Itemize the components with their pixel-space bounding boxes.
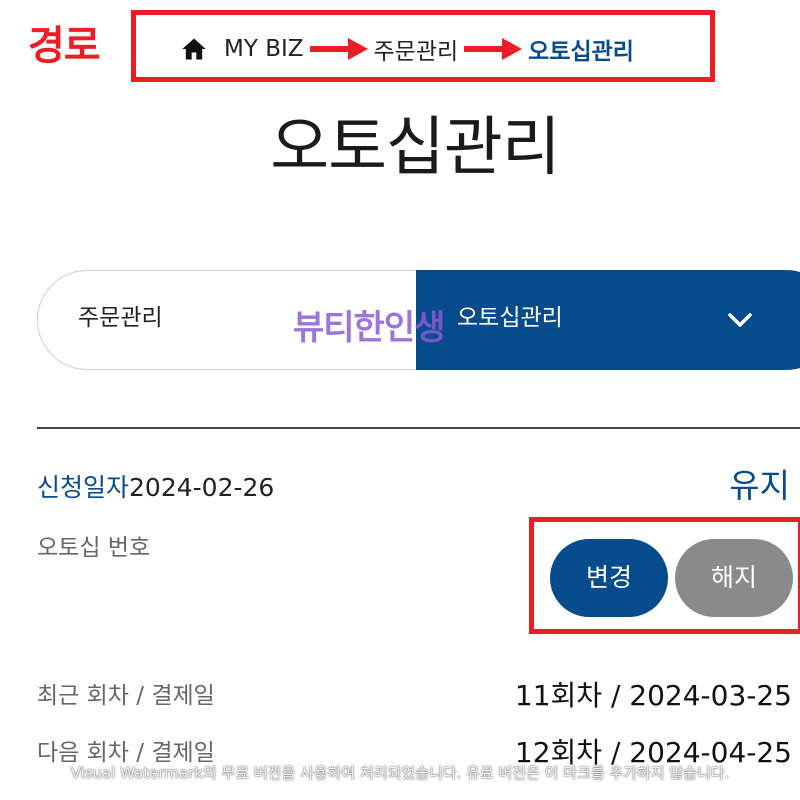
autoship-number-label: 오토십 번호 bbox=[37, 535, 151, 561]
recent-round-label: 최근 회차 / 결제일 bbox=[37, 683, 215, 709]
cancel-button[interactable]: 해지 bbox=[675, 539, 793, 617]
footer-watermark: Visual Watermark의 무료 버전을 사용하여 처리되었습니다. 유… bbox=[70, 764, 730, 782]
breadcrumb-item-order-management[interactable]: 주문관리 bbox=[374, 32, 459, 66]
status-badge: 유지 bbox=[729, 466, 790, 505]
apply-date-row: 신청일자2024-02-26 bbox=[37, 470, 274, 506]
recent-round-value: 11회차 / 2024-03-25 bbox=[514, 679, 792, 712]
breadcrumb: MY BIZ 주문관리 오토십관리 bbox=[180, 28, 634, 70]
overlay-watermark: 뷰티한인생 bbox=[293, 308, 445, 348]
change-button[interactable]: 변경 bbox=[550, 539, 668, 617]
apply-date-value: 2024-02-26 bbox=[129, 473, 275, 502]
section-divider bbox=[37, 427, 800, 429]
arrow-right-icon bbox=[464, 38, 523, 60]
selector-left-option[interactable]: 주문관리 bbox=[78, 300, 163, 336]
breadcrumb-item-mybiz[interactable]: MY BIZ bbox=[224, 36, 304, 62]
arrow-right-icon bbox=[309, 38, 368, 60]
chevron-down-icon[interactable] bbox=[727, 310, 753, 330]
breadcrumb-item-autoship[interactable]: 오토십관리 bbox=[528, 32, 634, 66]
selector-selected-value[interactable]: 오토십관리 bbox=[457, 300, 563, 336]
page-title: 오토십관리 bbox=[270, 111, 560, 185]
route-annotation-label: 경로 bbox=[28, 23, 101, 69]
home-icon[interactable] bbox=[180, 35, 208, 63]
apply-date-label: 신청일자 bbox=[37, 473, 130, 502]
